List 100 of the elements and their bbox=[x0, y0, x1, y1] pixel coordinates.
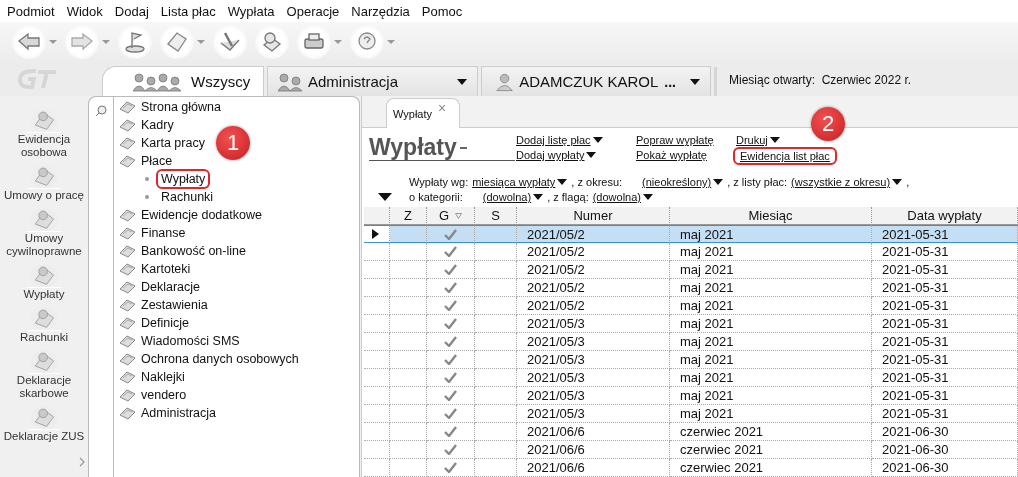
table-cell: 2021/05/3 bbox=[517, 405, 670, 423]
table-cell: maj 2021 bbox=[670, 279, 872, 297]
table-cell: maj 2021 bbox=[670, 297, 872, 315]
close-button[interactable]: × bbox=[438, 99, 447, 116]
table-cell: 2021-05-31 bbox=[872, 261, 1018, 279]
table-cell: 2021/05/2 bbox=[517, 261, 670, 279]
table-cell: 2021-05-31 bbox=[872, 387, 1018, 405]
tree-item[interactable]: Deklaracje bbox=[119, 278, 201, 296]
tree-item[interactable]: Kadry bbox=[119, 116, 174, 134]
action-link[interactable]: Ewidencja list płac bbox=[735, 149, 835, 164]
tree-item[interactable]: Wiadomości SMS bbox=[119, 332, 240, 350]
table-cell: 2021/05/2 bbox=[517, 225, 670, 243]
table-cell: 2021-05-31 bbox=[872, 351, 1018, 369]
filter-dropdown[interactable]: (dowolna) bbox=[482, 191, 544, 204]
filter-label: Wypłaty wg: bbox=[409, 176, 469, 189]
table-cell: 2021/05/2 bbox=[517, 243, 670, 261]
table-cell: maj 2021 bbox=[670, 333, 872, 351]
document-tab[interactable]: Wypłaty × bbox=[386, 98, 460, 129]
table-cell: 2021/05/3 bbox=[517, 333, 670, 351]
menu-item[interactable]: Narzędzia bbox=[345, 3, 416, 19]
table-cell: maj 2021 bbox=[670, 315, 872, 333]
action-link[interactable]: Popraw wypłatę bbox=[635, 134, 715, 147]
menu-item[interactable]: Lista płac bbox=[154, 3, 222, 19]
column-header[interactable]: Miesiąc bbox=[670, 207, 872, 225]
menu-item[interactable]: Widok bbox=[60, 3, 109, 19]
nav-item[interactable]: Deklaracje ZUS bbox=[0, 403, 88, 443]
tree-item[interactable]: Rachunki bbox=[158, 189, 217, 205]
table-cell: 2021-05-31 bbox=[872, 279, 1018, 297]
menu-item[interactable]: Pomoc bbox=[415, 3, 469, 19]
menu-item[interactable]: Dodaj bbox=[108, 3, 155, 19]
tree-item[interactable]: Wypłaty bbox=[158, 171, 209, 187]
table-cell: 2021-05-31 bbox=[872, 297, 1018, 315]
table-cell: maj 2021 bbox=[670, 225, 872, 243]
filter-label: , z okresu: bbox=[571, 176, 623, 189]
table-cell: 2021/06/6 bbox=[517, 423, 670, 441]
column-header[interactable]: Numer bbox=[517, 207, 670, 225]
page-title[interactable]: Wypłaty bbox=[369, 134, 515, 162]
context-tab[interactable]: Wszyscy bbox=[102, 66, 264, 96]
nav-item[interactable]: Wypłaty bbox=[0, 261, 88, 301]
table-cell: 2021-06-30 bbox=[872, 441, 1018, 459]
menu-item[interactable]: Operacje bbox=[280, 3, 346, 19]
table-cell: 2021/05/3 bbox=[517, 387, 670, 405]
table-cell: 2021-05-31 bbox=[872, 225, 1018, 243]
tree-item[interactable]: Bankowość on-line bbox=[119, 242, 246, 260]
nav-item[interactable]: Umowy cywilnoprawne bbox=[0, 205, 88, 258]
filter-label: , z flagą: bbox=[547, 191, 589, 204]
tree-item[interactable]: Naklejki bbox=[119, 368, 185, 386]
action-link[interactable]: Drukuj bbox=[735, 134, 781, 147]
filter-label: o kategorii: bbox=[409, 191, 463, 204]
context-tab[interactable]: Administracja bbox=[267, 66, 478, 96]
table-cell: 2021-05-31 bbox=[872, 315, 1018, 333]
table-cell: 2021/05/3 bbox=[517, 315, 670, 333]
callout-badge: 1 bbox=[216, 126, 250, 160]
filter-dropdown[interactable]: (dowolna) bbox=[592, 191, 653, 204]
table-cell: 2021-05-31 bbox=[872, 243, 1018, 261]
menu-item[interactable]: Wypłata bbox=[221, 3, 281, 19]
table-cell: czerwiec 2021 bbox=[670, 459, 872, 477]
table-cell: czerwiec 2021 bbox=[670, 441, 872, 459]
action-link[interactable]: Dodaj wypłaty bbox=[515, 149, 598, 162]
nav-item[interactable]: Umowy o pracę bbox=[0, 162, 88, 202]
table-cell: maj 2021 bbox=[670, 369, 872, 387]
filter-label: , z listy płac: bbox=[727, 176, 788, 189]
nav-item[interactable]: Ewidencja osobowa bbox=[0, 106, 88, 159]
table-cell: 2021-06-30 bbox=[872, 459, 1018, 477]
column-header[interactable]: G bbox=[427, 207, 475, 225]
column-header[interactable]: Data wypłaty bbox=[872, 207, 1018, 225]
tree-item[interactable]: Strona główna bbox=[119, 98, 221, 116]
tree-item[interactable]: Definicje bbox=[119, 314, 189, 332]
table-cell: 2021-05-31 bbox=[872, 333, 1018, 351]
tree-item[interactable]: Płace bbox=[119, 152, 173, 170]
callout-badge: 2 bbox=[811, 107, 845, 142]
tree-item[interactable]: Zestawienia bbox=[119, 296, 208, 314]
column-header[interactable]: Z bbox=[390, 207, 427, 225]
nav-item[interactable]: Deklaracje skarbowe bbox=[0, 347, 88, 400]
table-cell: 2021-06-30 bbox=[872, 423, 1018, 441]
table-cell: maj 2021 bbox=[670, 243, 872, 261]
tree-item[interactable]: Karta pracy bbox=[119, 134, 205, 152]
table-cell: 2021/05/3 bbox=[517, 369, 670, 387]
table-cell: maj 2021 bbox=[670, 261, 872, 279]
table-cell: 2021/06/6 bbox=[517, 459, 670, 477]
filter-dropdown[interactable]: (nieokreślony) bbox=[642, 176, 724, 189]
table-cell: 2021-05-31 bbox=[872, 369, 1018, 387]
table-cell: maj 2021 bbox=[670, 405, 872, 423]
filter-label: , bbox=[906, 176, 910, 189]
column-header[interactable]: S bbox=[475, 207, 517, 225]
action-link[interactable]: Dodaj listę płac bbox=[515, 134, 604, 147]
tree-item[interactable]: Kartoteki bbox=[119, 260, 191, 278]
tree-item[interactable]: Finanse bbox=[119, 224, 186, 242]
table-cell: 2021/06/6 bbox=[517, 441, 670, 459]
action-link[interactable]: Pokaż wypłatę bbox=[635, 149, 708, 162]
filter-dropdown[interactable]: miesiąca wypłaty bbox=[472, 176, 568, 189]
tree-item[interactable]: Ewidencje dodatkowe bbox=[119, 206, 262, 224]
context-tab[interactable]: ADAMCZUK KAROL ... bbox=[481, 66, 711, 96]
menu-item[interactable]: Podmiot bbox=[1, 3, 61, 19]
table-cell: czerwiec 2021 bbox=[670, 423, 872, 441]
nav-item[interactable]: Rachunki bbox=[0, 304, 88, 344]
filter-dropdown[interactable]: (wszystkie z okresu) bbox=[791, 176, 903, 189]
tree-item[interactable]: Ochrona danych osobowych bbox=[119, 350, 299, 368]
tree-item[interactable]: Administracja bbox=[119, 404, 217, 422]
tree-item[interactable]: vendero bbox=[119, 386, 187, 404]
